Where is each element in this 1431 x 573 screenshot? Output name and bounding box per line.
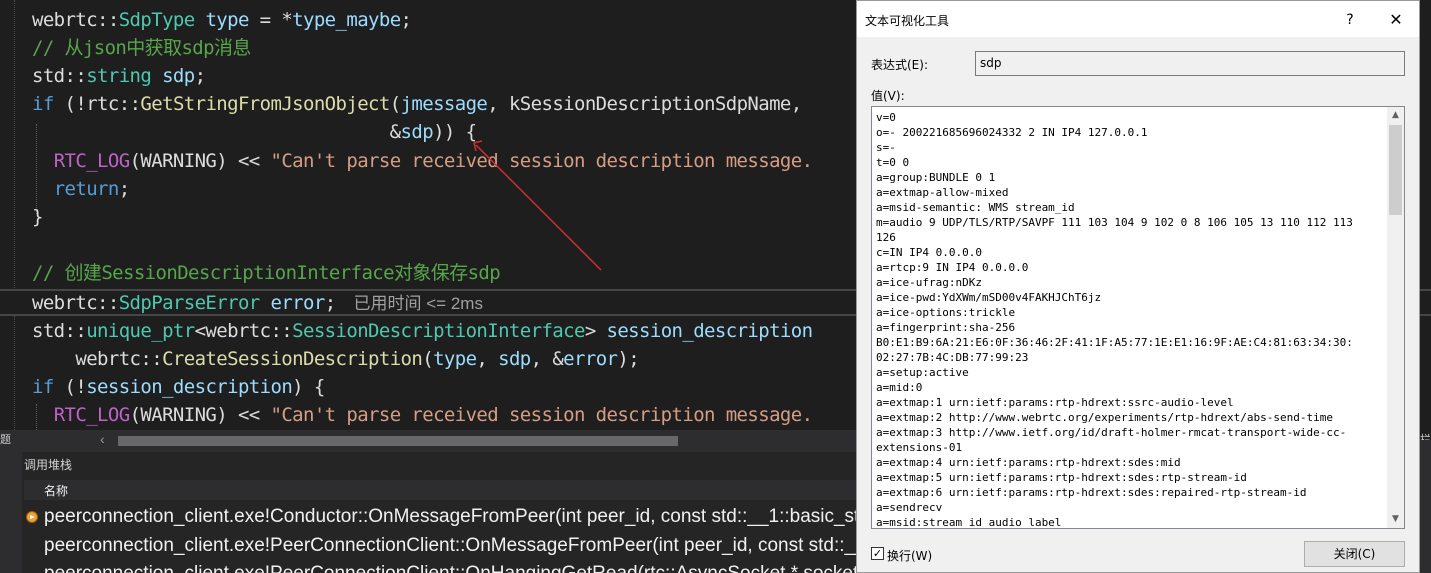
column-header-label: 名称 [44, 484, 69, 498]
dialog-title: 文本可视化工具 [865, 14, 950, 28]
expression-label: 表达式(E): [871, 58, 928, 72]
value-text[interactable]: v=0 o=- 200221685696024332 2 IN IP4 127.… [876, 110, 1386, 528]
call-stack-row[interactable]: peerconnection_client.exe!Conductor::OnM… [24, 504, 860, 530]
call-stack-row[interactable]: peerconnection_client.exe!PeerConnection… [24, 533, 860, 559]
wrap-checkbox[interactable]: ✓ [871, 547, 884, 560]
call-stack-row-text: peerconnection_client.exe!Conductor::OnM… [44, 506, 860, 527]
scroll-down-icon[interactable]: ▼ [1387, 511, 1404, 528]
call-stack-row-text: peerconnection_client.exe!PeerConnection… [44, 561, 858, 573]
annotation-arrow [473, 140, 602, 271]
call-stack-row[interactable]: peerconnection_client.exe!PeerConnection… [24, 561, 860, 573]
close-button[interactable]: 关闭(C) [1304, 541, 1405, 567]
close-icon[interactable]: ✕ [1383, 9, 1409, 31]
wrap-label[interactable]: 换行(W) [887, 547, 932, 564]
scrollbar-thumb[interactable] [118, 436, 678, 446]
panel-edge-label: 题 [0, 434, 11, 446]
text-visualizer-dialog: 文本可视化工具 ? ✕ 表达式(E): sdp 值(V): v=0 o=- 20… [856, 0, 1420, 573]
value-vertical-scrollbar[interactable]: ▲ ▼ [1387, 107, 1404, 528]
call-stack-panel: 调用堆栈 名称 peerconnection_client.exe!Conduc… [0, 452, 860, 573]
column-header-name[interactable]: 名称 [24, 480, 860, 500]
checkbox-check-icon: ✓ [872, 547, 883, 560]
left-strip [0, 452, 22, 573]
value-label: 值(V): [871, 89, 905, 103]
dialog-titlebar[interactable]: 文本可视化工具 ? ✕ [857, 1, 1419, 37]
help-icon[interactable]: ? [1337, 9, 1363, 31]
current-frame-icon [26, 511, 38, 523]
call-stack-row-text: peerconnection_client.exe!PeerConnection… [44, 535, 860, 556]
expression-field[interactable]: sdp [975, 51, 1405, 76]
editor-horizontal-scrollbar[interactable]: ‹ [0, 430, 860, 452]
value-textbox[interactable]: v=0 o=- 200221685696024332 2 IN IP4 127.… [871, 106, 1405, 529]
scroll-up-icon[interactable]: ▲ [1387, 107, 1404, 124]
scrollbar-thumb[interactable] [1389, 125, 1402, 215]
right-rail [1420, 440, 1431, 573]
call-stack-title: 调用堆栈 [24, 458, 73, 472]
scroll-left-icon[interactable]: ‹ [100, 431, 105, 447]
